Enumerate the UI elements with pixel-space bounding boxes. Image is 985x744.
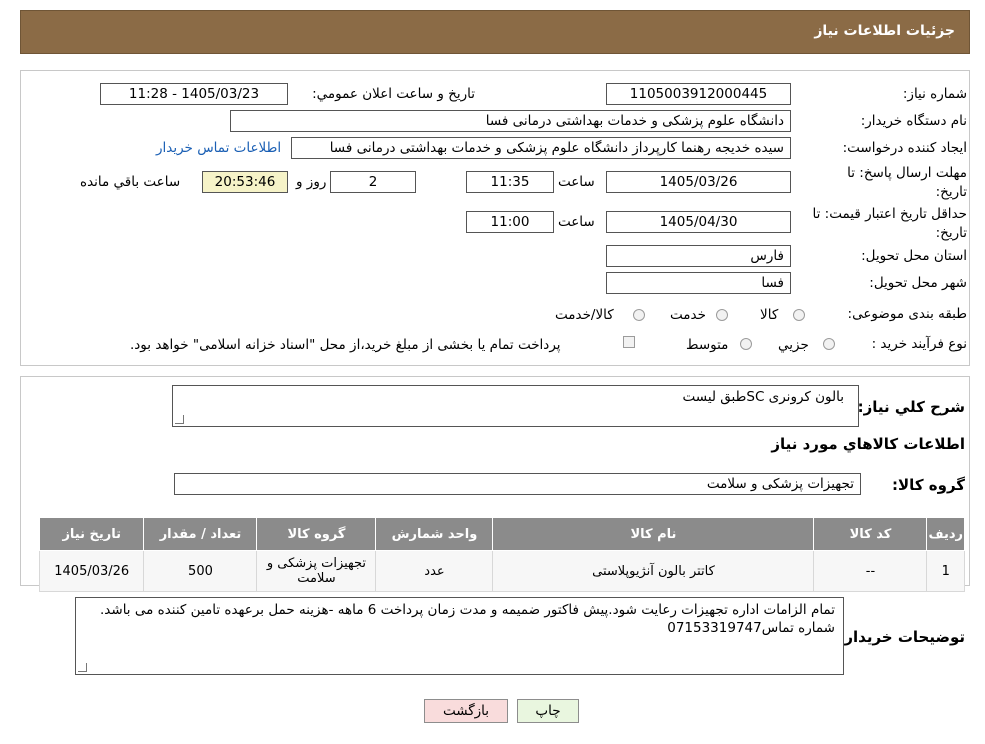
goods-group-field: تجهیزات پزشکی و سلامت <box>174 473 861 495</box>
city-field: فسا <box>606 272 791 294</box>
process-type-label: نوع فرآيند خريد : <box>871 336 967 352</box>
category-goods-radio[interactable] <box>793 309 805 321</box>
col-header-goods-name: نام كالا <box>492 517 815 551</box>
deadline-label-date: تاريخ: <box>935 184 967 200</box>
deadline-date-field: 1405/03/26 <box>606 171 791 193</box>
resize-handle-icon[interactable] <box>78 663 87 672</box>
creator-label: ايجاد کننده درخواست: <box>842 140 967 156</box>
deadline-time-field: 11:35 <box>466 171 554 193</box>
treasury-payment-note: پرداخت تمام يا بخشی از مبلغ خريد،از محل … <box>130 337 561 353</box>
general-description-field[interactable]: بالون کرونری SCطبق لیست <box>172 385 859 427</box>
buyer-notes-text: تمام الزامات اداره تجهیزات رعایت شود.پیش… <box>100 602 835 636</box>
process-medium-radio[interactable] <box>740 338 752 350</box>
col-header-unit: واحد شمارش <box>375 517 494 551</box>
price-validity-label-date: تاريخ: <box>935 225 967 241</box>
deadline-time-label: ساعت <box>558 174 595 190</box>
treasury-payment-checkbox[interactable] <box>623 336 635 348</box>
cell-goods-name: کاتتر بالون آنژیوپلاستی <box>492 550 815 592</box>
col-header-quantity: تعداد / مقدار <box>143 517 258 551</box>
process-medium-label: متوسط <box>686 337 729 353</box>
days-label: روز و <box>296 174 327 190</box>
price-validity-time-label: ساعت <box>558 214 595 230</box>
page-title: جزئیات اطلاعات نیاز <box>814 23 955 39</box>
general-description-text: بالون کرونری SCطبق لیست <box>682 389 844 405</box>
province-field: فارس <box>606 245 791 267</box>
category-goods-service-label: كالا/خدمت <box>555 307 614 323</box>
resize-handle-icon[interactable] <box>175 415 184 424</box>
announce-datetime-field: 1405/03/23 - 11:28 <box>100 83 288 105</box>
process-minor-radio[interactable] <box>823 338 835 350</box>
price-validity-date-field: 1405/04/30 <box>606 211 791 233</box>
creator-field: سیده خدیجه رهنما کارپرداز دانشگاه علوم پ… <box>291 137 791 159</box>
buyer-org-label: نام دستگاه خريدار: <box>860 113 967 129</box>
category-service-radio[interactable] <box>716 309 728 321</box>
cell-row-number: 1 <box>926 550 965 592</box>
general-description-label: شرح كلي نياز: <box>857 398 965 416</box>
cell-goods-code: -- <box>813 550 928 592</box>
buyer-org-field: دانشگاه علوم پزشکی و خدمات بهداشتی درمان… <box>230 110 791 132</box>
category-goods-service-radio[interactable] <box>633 309 645 321</box>
days-remaining-field: 2 <box>330 171 416 193</box>
category-label: طبقه بندی موضوعی: <box>847 306 967 322</box>
deadline-label: مهلت ارسال پاسخ: تا <box>847 165 967 181</box>
price-validity-label: حداقل تاريخ اعتبار قيمت: تا <box>812 206 967 222</box>
table-header-row: رديف كد كالا نام كالا واحد شمارش گروه كا… <box>38 517 965 551</box>
back-button[interactable]: بازگشت <box>424 699 508 723</box>
time-remaining-field: 20:53:46 <box>202 171 288 193</box>
goods-info-title: اطلاعات كالاهاي مورد نياز <box>771 435 965 453</box>
goods-table: رديف كد كالا نام كالا واحد شمارش گروه كا… <box>38 517 965 592</box>
category-goods-label: كالا <box>760 307 779 323</box>
print-button[interactable]: چاپ <box>517 699 579 723</box>
buyer-notes-field[interactable]: تمام الزامات اداره تجهیزات رعایت شود.پیش… <box>75 597 844 675</box>
category-service-label: خدمت <box>670 307 706 323</box>
cell-unit: عدد <box>375 550 494 592</box>
col-header-need-date: تاريخ نياز <box>38 517 145 551</box>
table-row: 1 -- کاتتر بالون آنژیوپلاستی عدد تجهیزات… <box>38 550 965 592</box>
time-remaining-label: ساعت باقي مانده <box>80 174 181 190</box>
city-label: شهر محل تحويل: <box>869 275 967 291</box>
cell-goods-group: تجهیزات پزشکی و سلامت <box>256 550 377 592</box>
need-number-label: شماره نیاز: <box>902 86 967 102</box>
col-header-goods-code: كد كالا <box>813 517 928 551</box>
cell-quantity: 500 <box>143 550 258 592</box>
col-header-row-number: رديف <box>926 517 965 551</box>
buyer-notes-label: توضيحات خريدار: <box>838 628 965 646</box>
price-validity-time-field: 11:00 <box>466 211 554 233</box>
cell-need-date: 1405/03/26 <box>38 550 145 592</box>
province-label: استان محل تحويل: <box>861 248 967 264</box>
page-header: جزئیات اطلاعات نیاز <box>20 10 970 54</box>
announce-datetime-label: تاریخ و ساعت اعلان عمومي: <box>312 86 475 102</box>
need-number-field: 1105003912000445 <box>606 83 791 105</box>
col-header-goods-group: گروه كالا <box>256 517 377 551</box>
process-minor-label: جزيي <box>778 337 809 353</box>
buyer-contact-link[interactable]: اطلاعات تماس خريدار <box>156 140 281 156</box>
goods-group-label: گروه كالا: <box>892 476 965 494</box>
